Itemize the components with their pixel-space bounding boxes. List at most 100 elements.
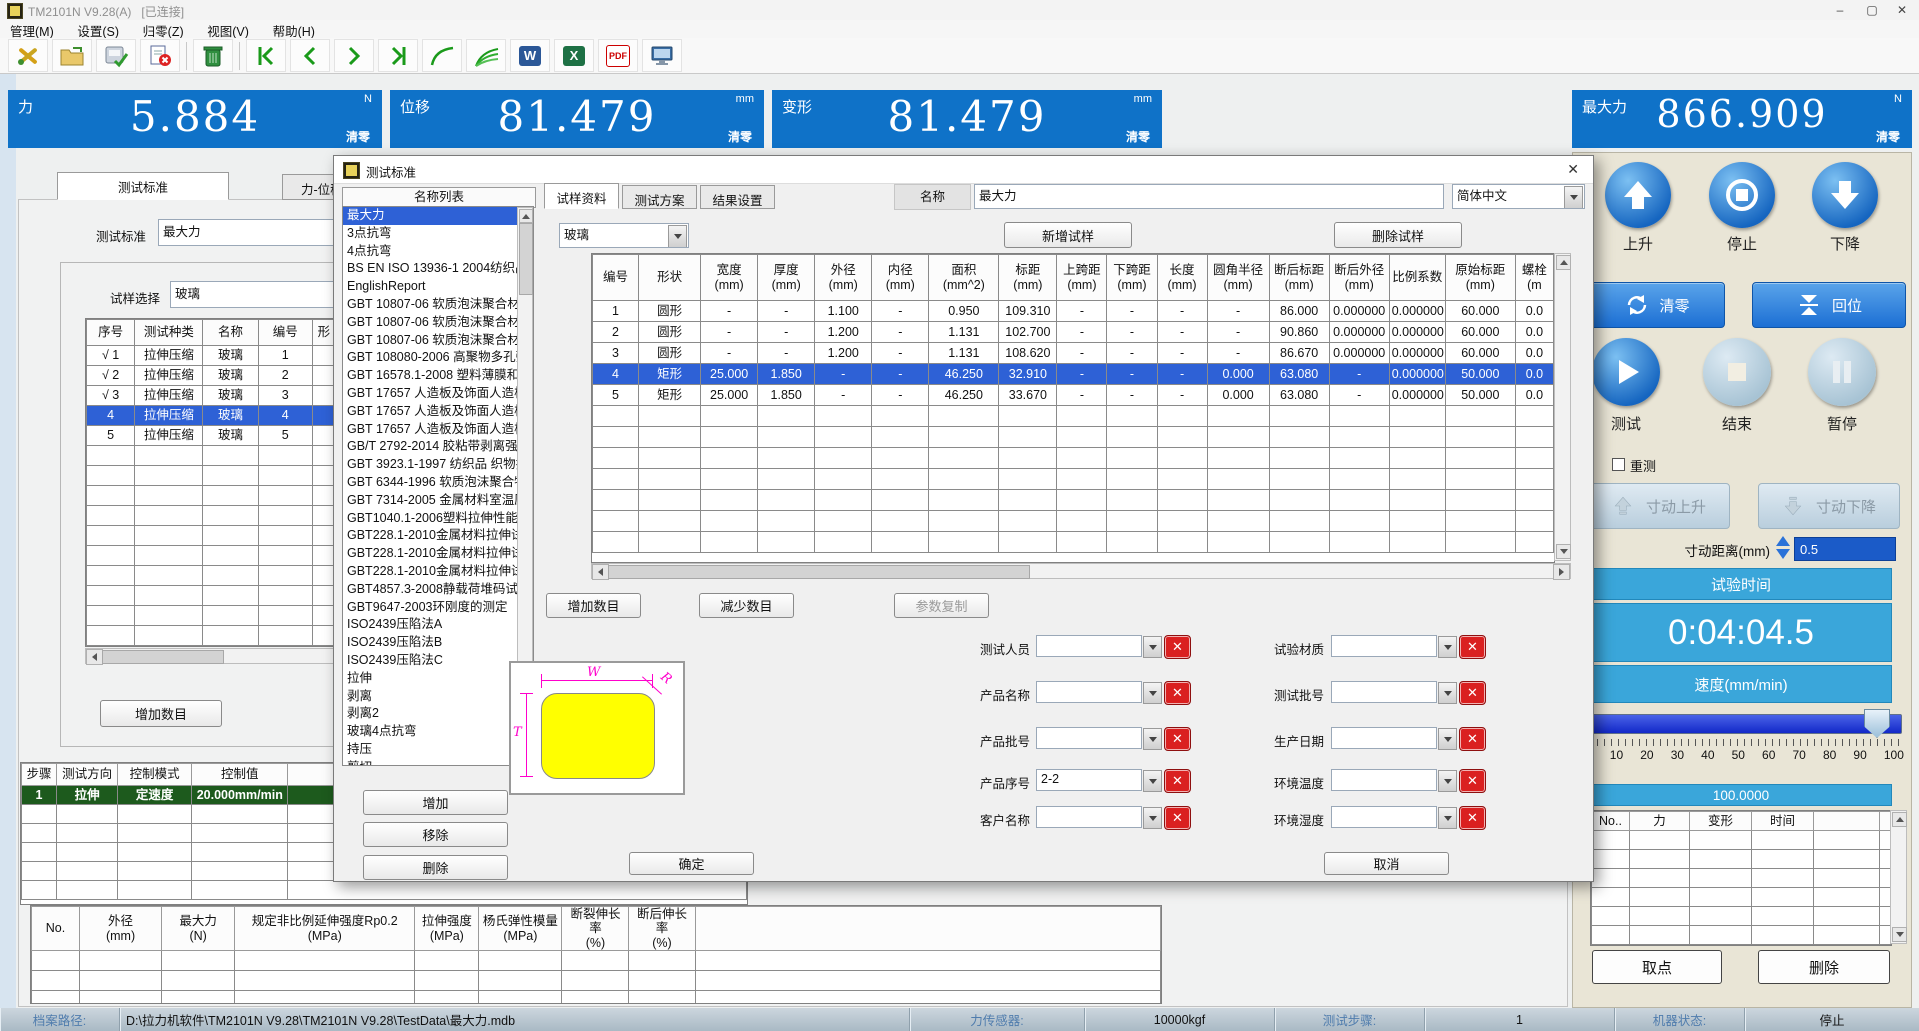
ambient-temperature-input[interactable] — [1331, 769, 1437, 791]
combo-dropdown-icon[interactable] — [1143, 728, 1162, 750]
ok-button[interactable]: 确定 — [629, 852, 754, 875]
delete-record-button[interactable] — [193, 39, 233, 72]
table-row[interactable]: 1圆形--1.100-0.950109.310----86.0000.00000… — [593, 301, 1554, 322]
standard-list-item[interactable]: GBT 17657 人造板及饰面人造板理 — [343, 421, 533, 439]
standard-list-item[interactable]: GBT 10807-06 软质泡沫聚合材料 — [343, 332, 533, 350]
sample-combobox[interactable]: 玻璃 — [559, 223, 689, 248]
column-header[interactable]: 形状 — [639, 255, 701, 301]
scroll-up-arrow[interactable] — [1892, 812, 1907, 827]
column-header[interactable]: 下跨距 (mm) — [1107, 255, 1157, 301]
table-row[interactable]: 4拉伸压缩玻璃4 — [87, 406, 336, 426]
standard-name-input[interactable]: 最大力 — [974, 184, 1444, 209]
retest-checkbox[interactable] — [1612, 458, 1625, 471]
column-header[interactable]: No.. — [1592, 812, 1630, 831]
multi-curve-button[interactable] — [466, 39, 506, 72]
column-header[interactable] — [1814, 812, 1880, 831]
crosshead-up-button[interactable] — [1605, 162, 1671, 228]
standard-list-item[interactable]: EnglishReport — [343, 278, 533, 296]
standard-list-item[interactable]: 4点抗弯 — [343, 243, 533, 261]
result-table[interactable]: No.外径 (mm)最大力 (N)规定非比例延伸强度Rp0.2 (MPa)拉伸强… — [30, 905, 1162, 1004]
specimen-table[interactable]: 编号形状宽度 (mm)厚度 (mm)外径 (mm)内径 (mm)面积 (mm^2… — [591, 253, 1555, 563]
column-header[interactable]: 原始标距 (mm) — [1445, 255, 1515, 301]
standard-list-item[interactable]: 3点抗弯 — [343, 225, 533, 243]
combo-dropdown-icon[interactable] — [1438, 728, 1457, 750]
table-row[interactable]: √ 2拉伸压缩玻璃2 — [87, 366, 336, 386]
standard-list-item[interactable]: ISO2439压陷法B — [343, 634, 533, 652]
clear-field-button[interactable]: ✕ — [1164, 769, 1191, 793]
clear-field-button[interactable]: ✕ — [1459, 806, 1486, 830]
material-input[interactable] — [1331, 635, 1437, 657]
column-header[interactable]: 时间 — [1752, 812, 1814, 831]
zero-button[interactable]: 清零 — [1590, 282, 1725, 328]
sample-list-table[interactable]: 序号测试种类名称编号形√ 1拉伸压缩玻璃1√ 2拉伸压缩玻璃2√ 3拉伸压缩玻璃… — [85, 318, 337, 647]
home-button[interactable]: 回位 — [1752, 282, 1906, 328]
column-header[interactable]: 编号 — [593, 255, 639, 301]
standard-list-item[interactable]: 玻璃4点抗弯 — [343, 723, 533, 741]
test-batch-input[interactable] — [1331, 681, 1437, 703]
table-row[interactable]: √ 1拉伸压缩玻璃1 — [87, 346, 336, 366]
standard-list-item[interactable]: GBT 3923.1-1997 纺织品 织物拉 — [343, 456, 533, 474]
column-header[interactable]: 断后标距 (mm) — [1269, 255, 1329, 301]
standard-list-item[interactable]: GBT9647-2003环刚度的测定 — [343, 599, 533, 617]
column-header[interactable]: 控制模式 — [118, 764, 192, 786]
tools-button[interactable] — [8, 39, 48, 72]
pick-point-button[interactable]: 取点 — [1592, 950, 1722, 984]
export-pdf-button[interactable]: PDF — [598, 39, 638, 72]
sample-select-input[interactable]: 玻璃 — [170, 281, 340, 308]
scroll-right-arrow[interactable] — [1553, 564, 1570, 580]
standard-list-item[interactable]: ISO2439压陷法C — [343, 652, 533, 670]
standard-remove-button[interactable]: 移除 — [363, 822, 508, 847]
column-header[interactable]: 厚度 (mm) — [758, 255, 815, 301]
column-header[interactable]: 宽度 (mm) — [701, 255, 758, 301]
spinner-down-icon[interactable] — [1776, 549, 1790, 559]
clear-field-button[interactable]: ✕ — [1164, 727, 1191, 751]
monitor-button[interactable] — [642, 39, 682, 72]
gauge-clear-button[interactable]: 清零 — [346, 128, 370, 145]
standard-list-item[interactable]: 剥离 — [343, 688, 533, 706]
export-word-button[interactable]: W — [510, 39, 550, 72]
standard-add-button[interactable]: 增加 — [363, 790, 508, 815]
table-row[interactable]: 4矩形25.0001.850--46.25032.910---0.00063.0… — [593, 364, 1554, 385]
standard-list-item[interactable]: BS EN ISO 13936-1 2004纺织品 — [343, 260, 533, 278]
standard-list-item[interactable]: 持压 — [343, 741, 533, 759]
first-record-button[interactable] — [246, 39, 286, 72]
clear-field-button[interactable]: ✕ — [1164, 635, 1191, 659]
standard-list-item[interactable]: 剥离2 — [343, 705, 533, 723]
combo-dropdown-icon[interactable] — [1564, 186, 1583, 209]
speed-slider-track[interactable] — [1588, 714, 1902, 734]
previous-record-button[interactable] — [290, 39, 330, 72]
column-header[interactable]: 外径 (mm) — [80, 907, 162, 951]
ambient-humidity-input[interactable] — [1331, 806, 1437, 828]
add-count-button-main[interactable]: 增加数目 — [100, 700, 222, 727]
scroll-down-arrow[interactable] — [1556, 544, 1571, 559]
test-pause-button[interactable] — [1808, 338, 1876, 406]
column-header[interactable]: 螺栓 (m — [1515, 255, 1553, 301]
column-header[interactable]: 编号 — [258, 320, 312, 346]
column-header[interactable]: 标距 (mm) — [999, 255, 1057, 301]
tab-specimen-data[interactable]: 试样资料 — [544, 183, 619, 209]
cancel-button[interactable]: 取消 — [1324, 852, 1449, 875]
standard-list-item[interactable]: GBT 108080-2006 高聚物多孔弹性 — [343, 349, 533, 367]
clear-field-button[interactable]: ✕ — [1459, 727, 1486, 751]
table-row[interactable]: 5拉伸压缩玻璃5 — [87, 426, 336, 446]
specimen-table-hscroll[interactable] — [591, 563, 1571, 579]
standard-list-item[interactable]: GBT 10807-06 软质泡沫聚合材料 — [343, 314, 533, 332]
scrollbar-thumb[interactable] — [102, 650, 224, 664]
column-header[interactable]: 力 — [1630, 812, 1690, 831]
standard-list-item[interactable]: GBT228.1-2010金属材料拉伸试验 — [343, 563, 533, 581]
column-header[interactable] — [695, 907, 1160, 951]
column-header[interactable]: 拉伸强度 (MPa) — [415, 907, 479, 951]
test-end-button[interactable] — [1703, 338, 1771, 406]
clear-field-button[interactable]: ✕ — [1459, 681, 1486, 705]
clear-field-button[interactable]: ✕ — [1459, 769, 1486, 793]
column-header[interactable]: 外径 (mm) — [815, 255, 872, 301]
column-header[interactable]: 控制值 — [192, 764, 288, 786]
column-header[interactable]: 变形 — [1690, 812, 1752, 831]
open-file-button[interactable] — [52, 39, 92, 72]
scroll-down-arrow[interactable] — [1892, 927, 1907, 942]
minimize-button[interactable]: – — [1825, 0, 1855, 20]
column-header[interactable]: 杨氏弹性模量 (MPa) — [479, 907, 562, 951]
column-header[interactable]: 测试方向 — [57, 764, 118, 786]
column-header[interactable]: 断裂伸长率 (%) — [562, 907, 629, 951]
add-specimen-button[interactable]: 新增试样 — [1004, 222, 1132, 248]
